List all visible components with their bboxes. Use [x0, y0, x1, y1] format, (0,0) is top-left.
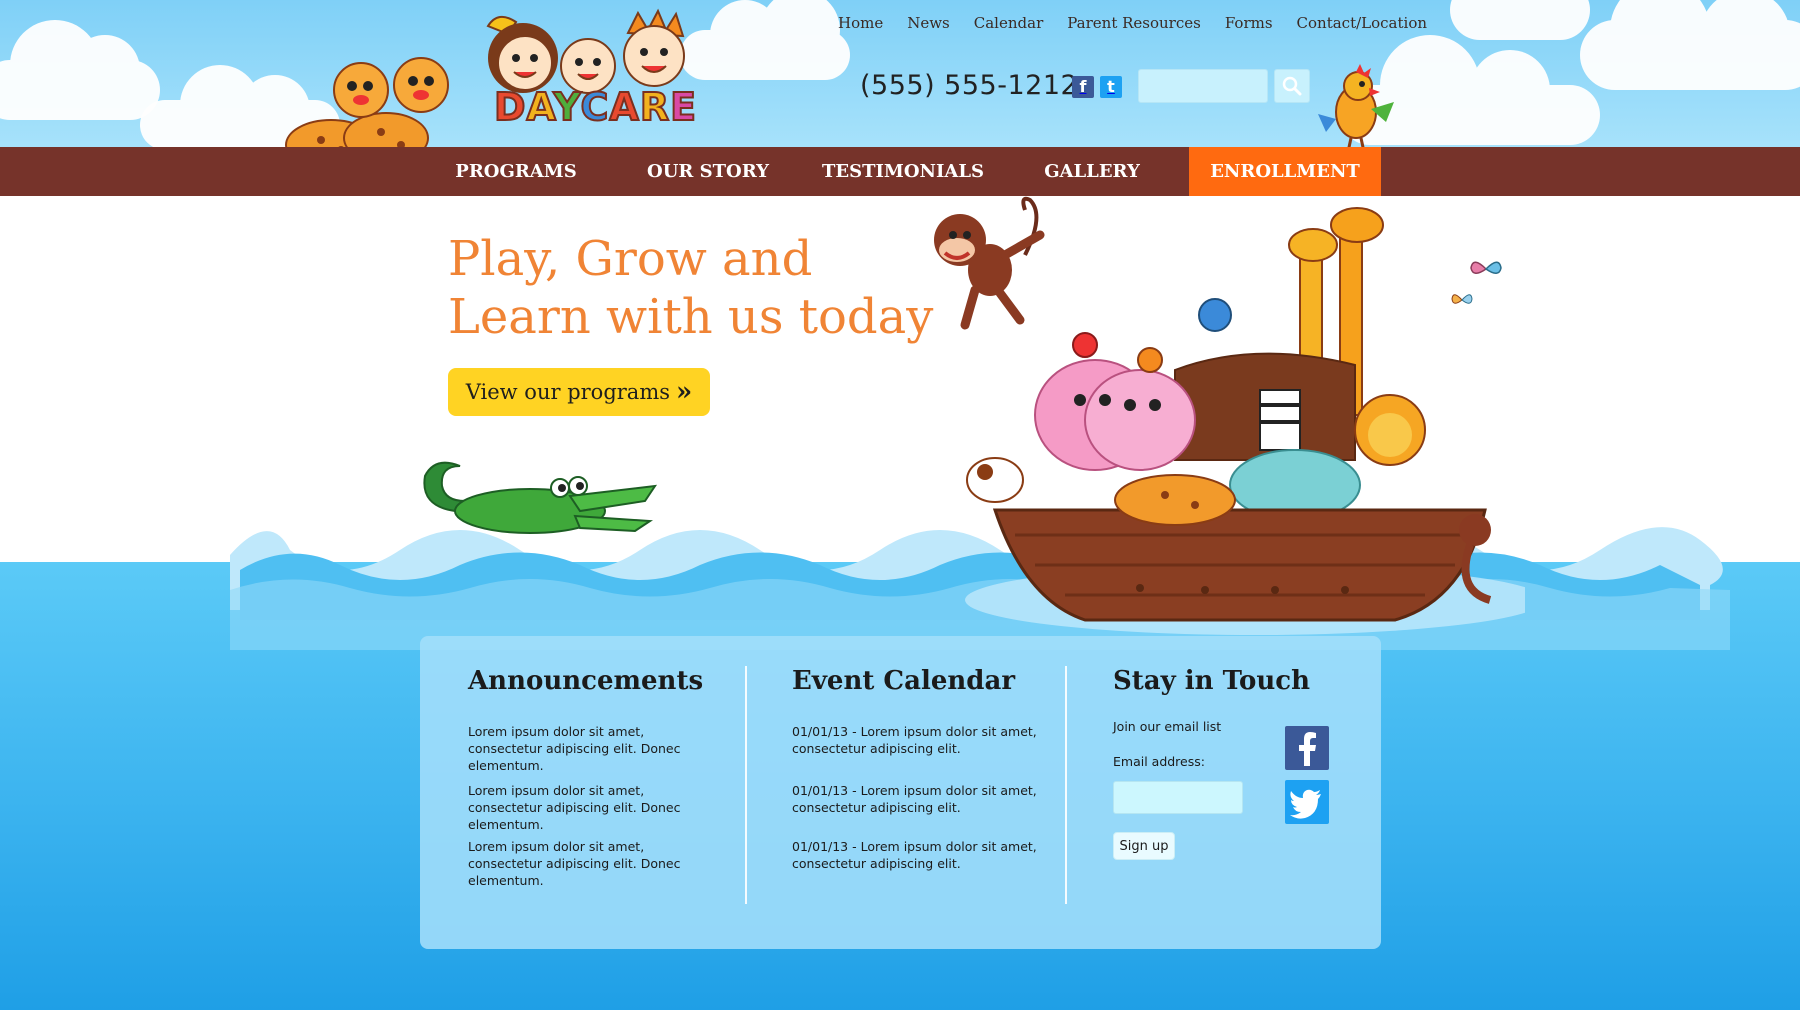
logo-letter: Y — [552, 85, 581, 129]
search-icon — [1282, 76, 1302, 96]
cloud — [1580, 0, 1800, 90]
cloud — [0, 20, 160, 120]
nav-item-testimonials[interactable]: Testimonials — [822, 147, 984, 196]
announcement-item: Lorem ipsum dolor sit amet, consectetur … — [468, 839, 681, 888]
announcement-item: Lorem ipsum dolor sit amet, consectetur … — [468, 783, 681, 832]
top-link-news[interactable]: News — [907, 14, 950, 32]
logo-wordmark: DAYCARE — [493, 85, 698, 129]
logo-letter: E — [669, 85, 698, 129]
event-item: 01/01/13 - Lorem ipsum dolor sit amet, c… — [792, 783, 1037, 815]
email-field[interactable] — [1113, 781, 1243, 814]
logo-letter: D — [493, 85, 527, 129]
top-link-home[interactable]: Home — [838, 14, 883, 32]
twitter-icon[interactable] — [1285, 780, 1329, 824]
nav-item-gallery[interactable]: Gallery — [1014, 147, 1170, 196]
phone-number: (555) 555-1212 — [860, 70, 1079, 101]
parrot-icon — [1318, 64, 1394, 153]
cta-arrows: » — [676, 377, 693, 407]
info-panel: Announcements Lorem ipsum dolor sit amet… — [420, 636, 1381, 949]
join-email-text: Join our email list — [1113, 719, 1222, 734]
event-item: 01/01/13 - Lorem ipsum dolor sit amet, c… — [792, 839, 1037, 871]
daycare-logo[interactable]: DAYCARE — [478, 8, 718, 128]
logo-letter: A — [526, 85, 554, 129]
announcement-item: Lorem ipsum dolor sit amet, consectetur … — [468, 724, 681, 773]
top-link-forms[interactable]: Forms — [1225, 14, 1273, 32]
hero-title-line-2: Learn with us today — [448, 289, 934, 345]
butterfly-icon — [1451, 294, 1473, 304]
search-input[interactable] — [1138, 69, 1268, 103]
view-programs-button[interactable]: View our programs » — [448, 368, 710, 416]
search-button[interactable] — [1274, 69, 1310, 103]
email-label: Email address: — [1113, 754, 1205, 769]
butterfly-icon — [1470, 261, 1502, 274]
facebook-glyph-icon — [1299, 732, 1316, 766]
column-divider — [745, 666, 747, 904]
cloud — [1450, 0, 1590, 40]
event-item: 01/01/13 - Lorem ipsum dolor sit amet, c… — [792, 724, 1037, 756]
logo-letter: R — [639, 85, 671, 129]
twitter-icon[interactable]: t — [1100, 76, 1122, 98]
noahs-ark-icon — [965, 207, 1525, 635]
twitter-glyph: t — [1107, 77, 1115, 96]
top-link-parent-resources[interactable]: Parent Resources — [1067, 14, 1201, 32]
hero-title-line-1: Play, Grow and — [448, 231, 813, 287]
utility-nav: Home News Calendar Parent Resources Form… — [838, 14, 1451, 32]
nav-item-enrollment[interactable]: Enrollment — [1189, 147, 1381, 196]
main-nav: Programs Our Story Testimonials Gallery … — [0, 147, 1800, 196]
announcements-title: Announcements — [468, 666, 704, 696]
facebook-icon[interactable]: f — [1072, 76, 1094, 98]
logo-letter: A — [608, 85, 640, 129]
top-link-calendar[interactable]: Calendar — [974, 14, 1043, 32]
hero-title: Play, Grow and Learn with us today — [448, 230, 968, 346]
nav-item-programs[interactable]: Programs — [438, 147, 594, 196]
top-link-contact[interactable]: Contact/Location — [1297, 14, 1427, 32]
sign-up-button[interactable]: Sign up — [1113, 832, 1175, 860]
nav-item-our-story[interactable]: Our Story — [630, 147, 786, 196]
cta-label: View our programs — [465, 380, 671, 404]
column-divider — [1065, 666, 1067, 904]
facebook-glyph: f — [1079, 77, 1087, 96]
event-calendar-title: Event Calendar — [792, 666, 1016, 696]
stay-in-touch-title: Stay in Touch — [1113, 666, 1310, 696]
twitter-glyph-icon — [1290, 789, 1321, 819]
crocodile-icon — [423, 461, 658, 534]
facebook-icon[interactable] — [1285, 726, 1329, 770]
logo-letter: C — [580, 85, 610, 129]
